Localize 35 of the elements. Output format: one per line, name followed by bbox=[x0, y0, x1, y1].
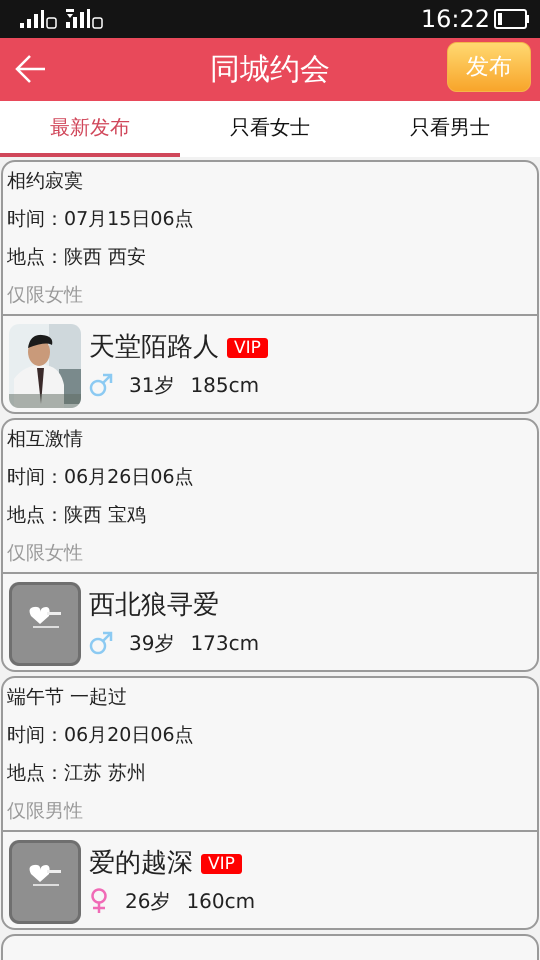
post-time: 时间：06月20日06点 bbox=[6, 722, 195, 748]
tab[interactable]: 只看男士 bbox=[360, 101, 540, 157]
user-name: 天堂陌路人 bbox=[89, 331, 219, 364]
post-card[interactable]: 相约寂寞 时间：07月15日06点 地点：陕西 西安 仅限女性 天堂陌路人 VIP 31岁 185cm bbox=[1, 160, 539, 414]
post-place: 地点：陕西 西安 bbox=[6, 244, 148, 270]
post-place: 地点：江苏 苏州 bbox=[6, 760, 148, 786]
user-age: 39岁 bbox=[129, 630, 174, 657]
post-place: 地点：陕西 宝鸡 bbox=[6, 502, 148, 528]
male-icon bbox=[89, 631, 113, 655]
post-title: 相互激情 bbox=[6, 426, 84, 452]
status-time: 16:22 bbox=[420, 4, 490, 35]
user-age: 31岁 bbox=[129, 372, 174, 399]
user-age: 26岁 bbox=[125, 888, 170, 915]
battery-icon bbox=[494, 9, 530, 29]
post-title: 端午节 一起过 bbox=[6, 684, 128, 710]
vip-badge: VIP bbox=[227, 338, 268, 358]
user-name: 爱的越深 bbox=[89, 847, 193, 880]
gender-restriction: 仅限女性 bbox=[6, 282, 84, 308]
user-height: 160cm bbox=[186, 888, 256, 915]
vip-badge: VIP bbox=[201, 854, 242, 874]
user-name: 西北狼寻爱 bbox=[89, 589, 219, 622]
page-title: 同城约会 bbox=[210, 51, 330, 89]
user-height: 185cm bbox=[190, 372, 260, 399]
gender-restriction: 仅限女性 bbox=[6, 540, 84, 566]
post-title: 相约寂寞 bbox=[6, 168, 84, 194]
male-icon bbox=[89, 373, 113, 397]
female-icon bbox=[89, 888, 109, 914]
tab[interactable]: 只看女士 bbox=[180, 101, 360, 157]
post-time: 时间：06月26日06点 bbox=[6, 464, 195, 490]
user-height: 173cm bbox=[190, 630, 260, 657]
post-card[interactable]: 端午节 一起过 时间：06月20日06点 地点：江苏 苏州 仅限男性 爱的越深 VIP 26岁 160cm bbox=[1, 676, 539, 930]
gender-restriction: 仅限男性 bbox=[6, 798, 84, 824]
post-card[interactable]: 相互激情 时间：06月26日06点 地点：陕西 宝鸡 仅限女性 西北狼寻爱 39岁 173cm bbox=[1, 418, 539, 672]
back-arrow-icon[interactable] bbox=[14, 54, 46, 84]
post-time: 时间：07月15日06点 bbox=[6, 206, 195, 232]
